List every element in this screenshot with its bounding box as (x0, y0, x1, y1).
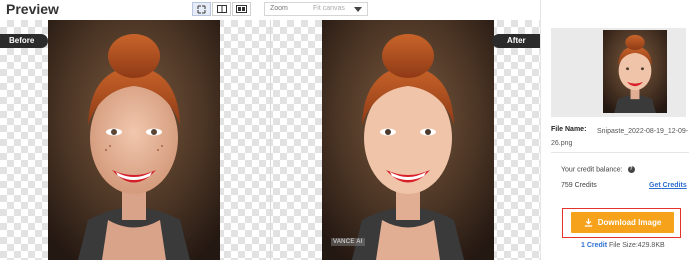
download-image-button[interactable]: Download Image (571, 212, 674, 233)
chevron-down-icon (354, 7, 362, 12)
view-mode-group (192, 2, 252, 16)
divider (551, 152, 689, 153)
zoom-value: Fit canvas (313, 5, 345, 12)
download-info: 1 Credit File Size:429.8KB (581, 242, 665, 249)
compare-icon (236, 5, 247, 13)
compare-divider[interactable] (270, 20, 271, 260)
page-title: Preview (6, 1, 59, 17)
result-thumbnail (603, 30, 667, 113)
credit-balance-text: Your credit balance: (561, 166, 623, 174)
before-image (48, 20, 220, 260)
after-image (322, 20, 494, 260)
help-icon[interactable]: ? (627, 166, 635, 173)
thumbnail-frame (551, 28, 686, 117)
side-panel: Snipaste_2022-08-19_12-09-26.png File Na… (540, 0, 700, 260)
download-icon (584, 218, 592, 227)
fit-icon (197, 5, 206, 13)
after-tag: After (492, 34, 540, 48)
credit-count: 759 Credits (561, 182, 597, 189)
watermark: VANCE AI (331, 238, 365, 246)
credit-cost: 1 Credit (581, 242, 608, 249)
get-credits-link[interactable]: Get Credits (649, 182, 687, 189)
download-label: Download Image (597, 218, 662, 227)
split-view-button[interactable] (212, 2, 231, 16)
compare-view-button[interactable] (232, 2, 251, 16)
zoom-label: Zoom (270, 5, 288, 12)
file-name-label: File Name: (551, 126, 587, 133)
file-size: File Size:429.8KB (609, 242, 665, 249)
before-tag: Before (0, 34, 48, 48)
split-icon (216, 5, 227, 13)
fit-view-button[interactable] (192, 2, 211, 16)
preview-header: Preview Fit canvas Zoom (0, 0, 540, 20)
credit-balance-label: Your credit balance: ? (561, 166, 635, 173)
